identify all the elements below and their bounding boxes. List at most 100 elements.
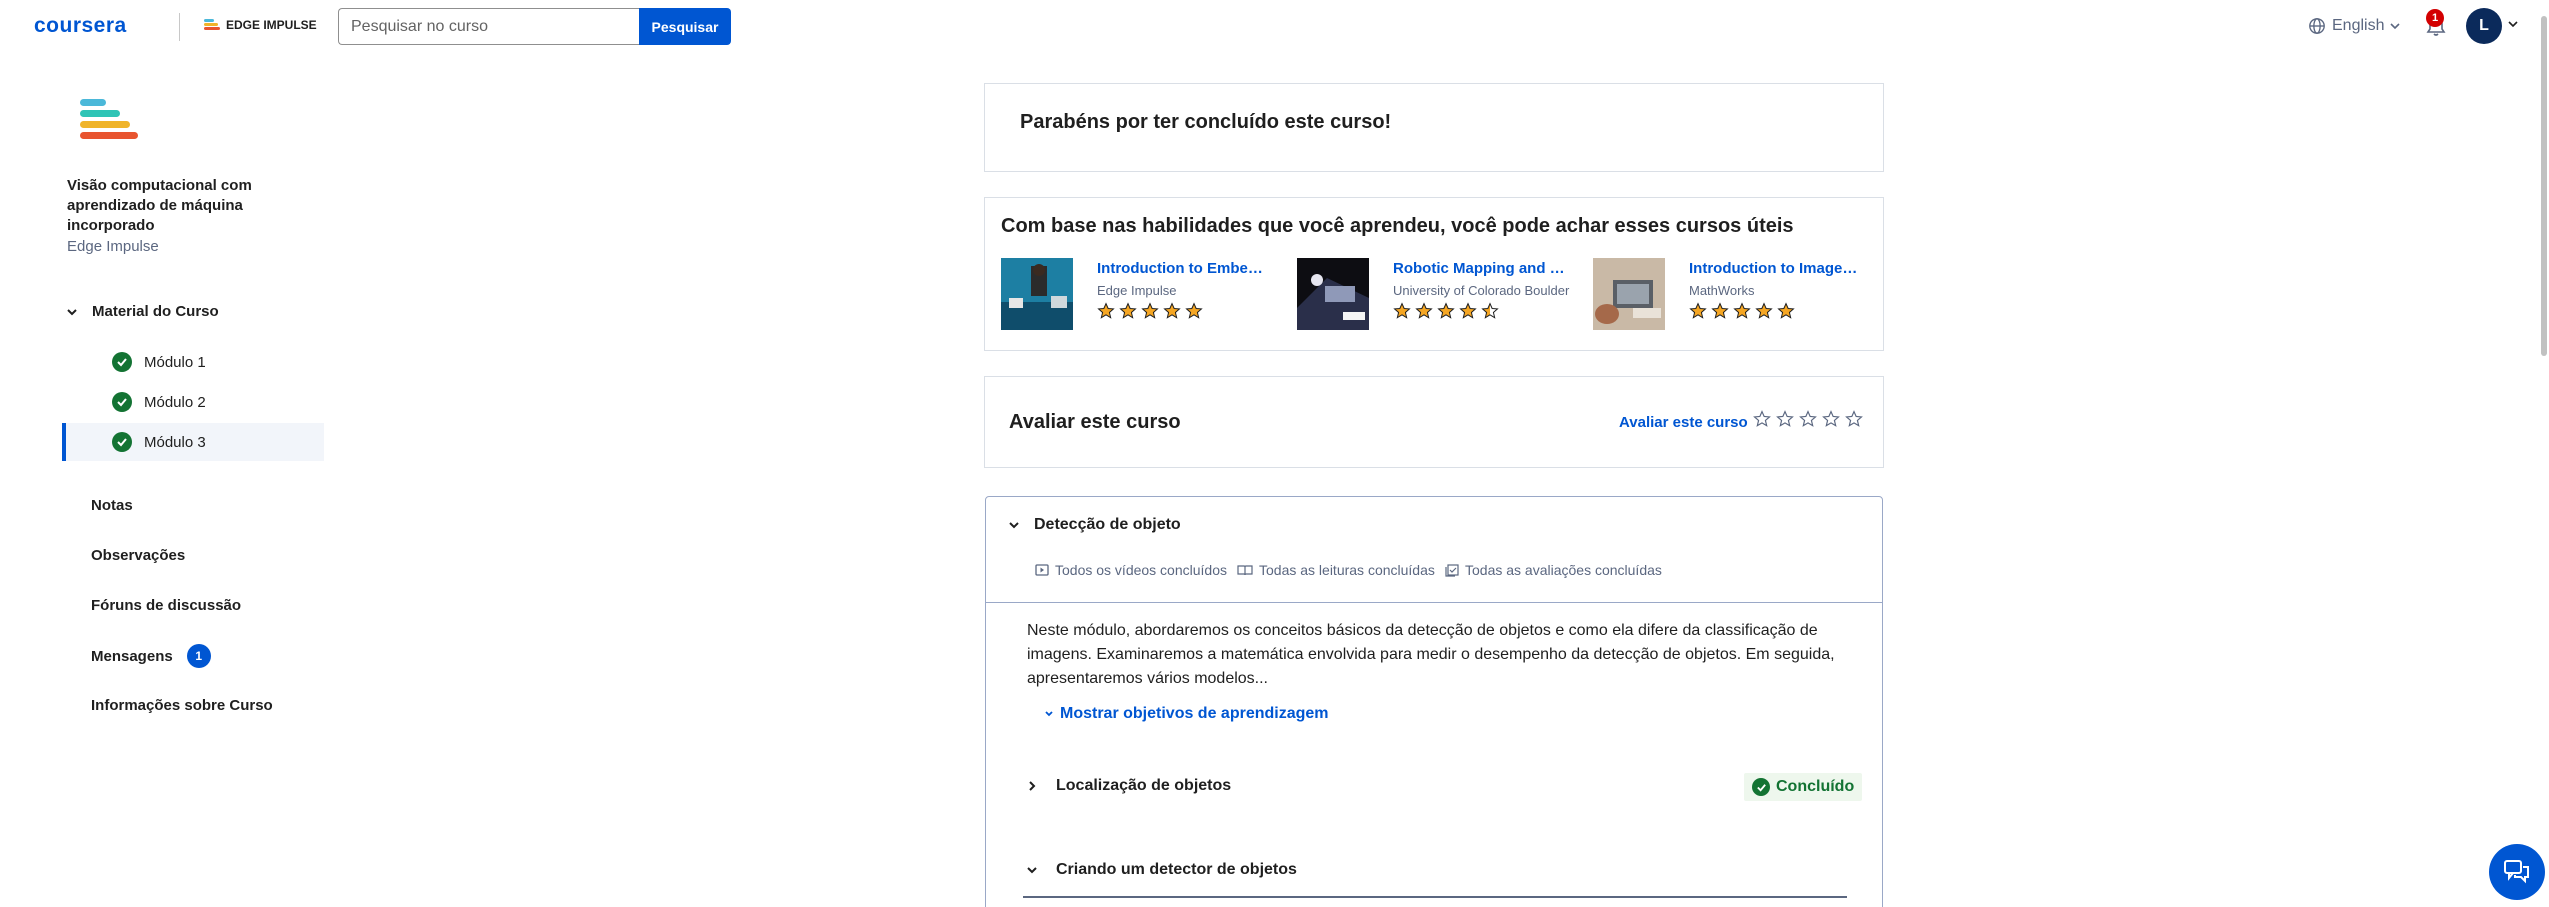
star-full-icon (1733, 302, 1751, 319)
show-learning-objectives-link[interactable]: Mostrar objetivos de aprendizagem (1044, 705, 1329, 723)
chevron-down-icon[interactable] (2508, 19, 2518, 29)
mensagens-label: Mensagens (91, 647, 173, 665)
lesson-toggle[interactable]: Localização de objetos (1026, 777, 1231, 795)
lesson-title: Criando um detector de objetos (1056, 861, 1297, 878)
congrats-heading: Parabéns por ter concluído este curso! (1020, 111, 1392, 133)
status-videos-label: Todos os vídeos concluídos (1055, 562, 1227, 578)
rec-course-partner: Edge Impulse (1097, 283, 1177, 298)
module-toggle[interactable]: Detecção de objeto (1008, 516, 1181, 534)
partner-logo: EDGE IMPULSE (204, 18, 317, 32)
search-input[interactable] (338, 8, 640, 45)
star-outline-icon[interactable] (1845, 410, 1863, 428)
chevron-down-icon (67, 308, 77, 315)
star-half-icon (1481, 302, 1499, 319)
sidebar-item-module-3[interactable]: Módulo 3 (62, 423, 324, 461)
rec-course-title[interactable]: Introduction to Embedded Machine Learnin… (1097, 260, 1269, 277)
learning-objectives-label: Mostrar objetivos de aprendizagem (1060, 705, 1329, 722)
chevron-down-icon (2390, 23, 2401, 30)
star-full-icon (1711, 302, 1729, 319)
rate-course-link[interactable]: Avaliar este curso (1619, 414, 1748, 431)
recommended-course[interactable]: Introduction to Embedded Machine Learnin… (1001, 258, 1286, 332)
rate-course-card: Avaliar este curso Avaliar este curso (984, 376, 1884, 468)
sidebar-item-foruns[interactable]: Fóruns de discussão (91, 597, 241, 614)
video-icon (1035, 564, 1049, 576)
search-button[interactable]: Pesquisar (639, 8, 731, 45)
lesson-title: Localização de objetos (1056, 777, 1232, 794)
chat-icon (2504, 860, 2529, 884)
star-full-icon (1163, 302, 1181, 319)
language-selector[interactable]: English (2308, 17, 2401, 35)
globe-icon (2309, 18, 2325, 34)
check-circle-icon (112, 352, 132, 372)
sidebar-item-mensagens[interactable]: Mensagens 1 (91, 644, 211, 668)
chevron-down-icon (1009, 522, 1019, 529)
quiz-icon (1445, 563, 1459, 577)
course-logo (78, 97, 138, 141)
logo-divider (179, 13, 180, 41)
congrats-card: Parabéns por ter concluído este curso! (984, 83, 1884, 172)
course-title[interactable]: Visão computacional com aprendizado de m… (67, 176, 267, 236)
course-material-label: Material do Curso (92, 303, 219, 320)
lesson-divider (1023, 896, 1847, 898)
star-full-icon (1777, 302, 1795, 319)
sidebar-item-observacoes[interactable]: Observações (91, 547, 185, 564)
status-videos: Todos os vídeos concluídos (1035, 562, 1227, 578)
module-label: Módulo 3 (144, 433, 206, 451)
star-full-icon (1185, 302, 1203, 319)
star-full-icon (1097, 302, 1115, 319)
recommended-course[interactable]: Robotic Mapping and Trajectory Generatio… (1297, 258, 1582, 332)
coursera-logo[interactable]: coursera (34, 14, 127, 38)
rec-course-partner: University of Colorado Boulder (1393, 283, 1570, 298)
status-assessments-label: Todas as avaliações concluídas (1465, 562, 1662, 578)
rate-stars-input[interactable] (1753, 410, 1863, 428)
module-title: Detecção de objeto (1034, 516, 1181, 533)
partner-name: EDGE IMPULSE (226, 18, 317, 32)
star-full-icon (1689, 302, 1707, 319)
rating-stars (1097, 302, 1203, 320)
chevron-down-icon (1045, 711, 1053, 717)
course-thumbnail (1593, 258, 1665, 330)
sidebar-item-module-1[interactable]: Módulo 1 (62, 343, 324, 381)
rating-stars (1689, 302, 1795, 320)
top-header: coursera EDGE IMPULSE Pesquisar English … (0, 0, 2549, 54)
avatar[interactable]: L (2466, 8, 2502, 44)
star-outline-icon[interactable] (1776, 410, 1794, 428)
module-card: Detecção de objeto Todos os vídeos concl… (985, 496, 1883, 907)
star-full-icon (1119, 302, 1137, 319)
status-badge: Concluído (1744, 773, 1863, 801)
messages-count-badge: 1 (186, 644, 211, 668)
module-description: Neste módulo, abordaremos os conceitos b… (1027, 622, 1835, 687)
recommendations-card: Com base nas habilidades que você aprend… (984, 197, 1884, 351)
rec-course-title[interactable]: Introduction to Image Processing (1689, 260, 1861, 277)
star-full-icon (1437, 302, 1455, 319)
star-full-icon (1755, 302, 1773, 319)
module-label: Módulo 1 (144, 353, 206, 371)
recommended-course[interactable]: Introduction to Image Processing MathWor… (1593, 258, 1878, 332)
star-full-icon (1393, 302, 1411, 319)
rec-course-partner: MathWorks (1689, 283, 1755, 298)
language-label: English (2332, 17, 2385, 34)
check-circle-icon (112, 432, 132, 452)
rating-stars (1393, 302, 1499, 320)
rate-course-heading: Avaliar este curso (1009, 411, 1181, 433)
star-outline-icon[interactable] (1799, 410, 1817, 428)
star-outline-icon[interactable] (1753, 410, 1771, 428)
check-circle-icon (112, 392, 132, 412)
sidebar-item-informacoes[interactable]: Informações sobre Curso (91, 697, 273, 714)
book-icon (1237, 565, 1253, 576)
course-thumbnail (1297, 258, 1369, 330)
rec-course-title[interactable]: Robotic Mapping and Trajectory Generatio… (1393, 260, 1565, 277)
notification-badge: 1 (2426, 9, 2444, 27)
star-full-icon (1459, 302, 1477, 319)
star-full-icon (1141, 302, 1159, 319)
chat-button[interactable] (2489, 844, 2545, 900)
course-partner: Edge Impulse (67, 238, 159, 255)
lesson-toggle[interactable]: Criando um detector de objetos (1026, 861, 1297, 879)
sidebar-item-notas[interactable]: Notas (91, 497, 133, 514)
page-scrollbar[interactable] (2541, 16, 2547, 356)
course-material-toggle[interactable]: Material do Curso (66, 303, 219, 320)
check-circle-icon (1752, 778, 1770, 796)
star-outline-icon[interactable] (1822, 410, 1840, 428)
status-readings-label: Todas as leituras concluídas (1259, 562, 1435, 578)
sidebar-item-module-2[interactable]: Módulo 2 (62, 383, 324, 421)
